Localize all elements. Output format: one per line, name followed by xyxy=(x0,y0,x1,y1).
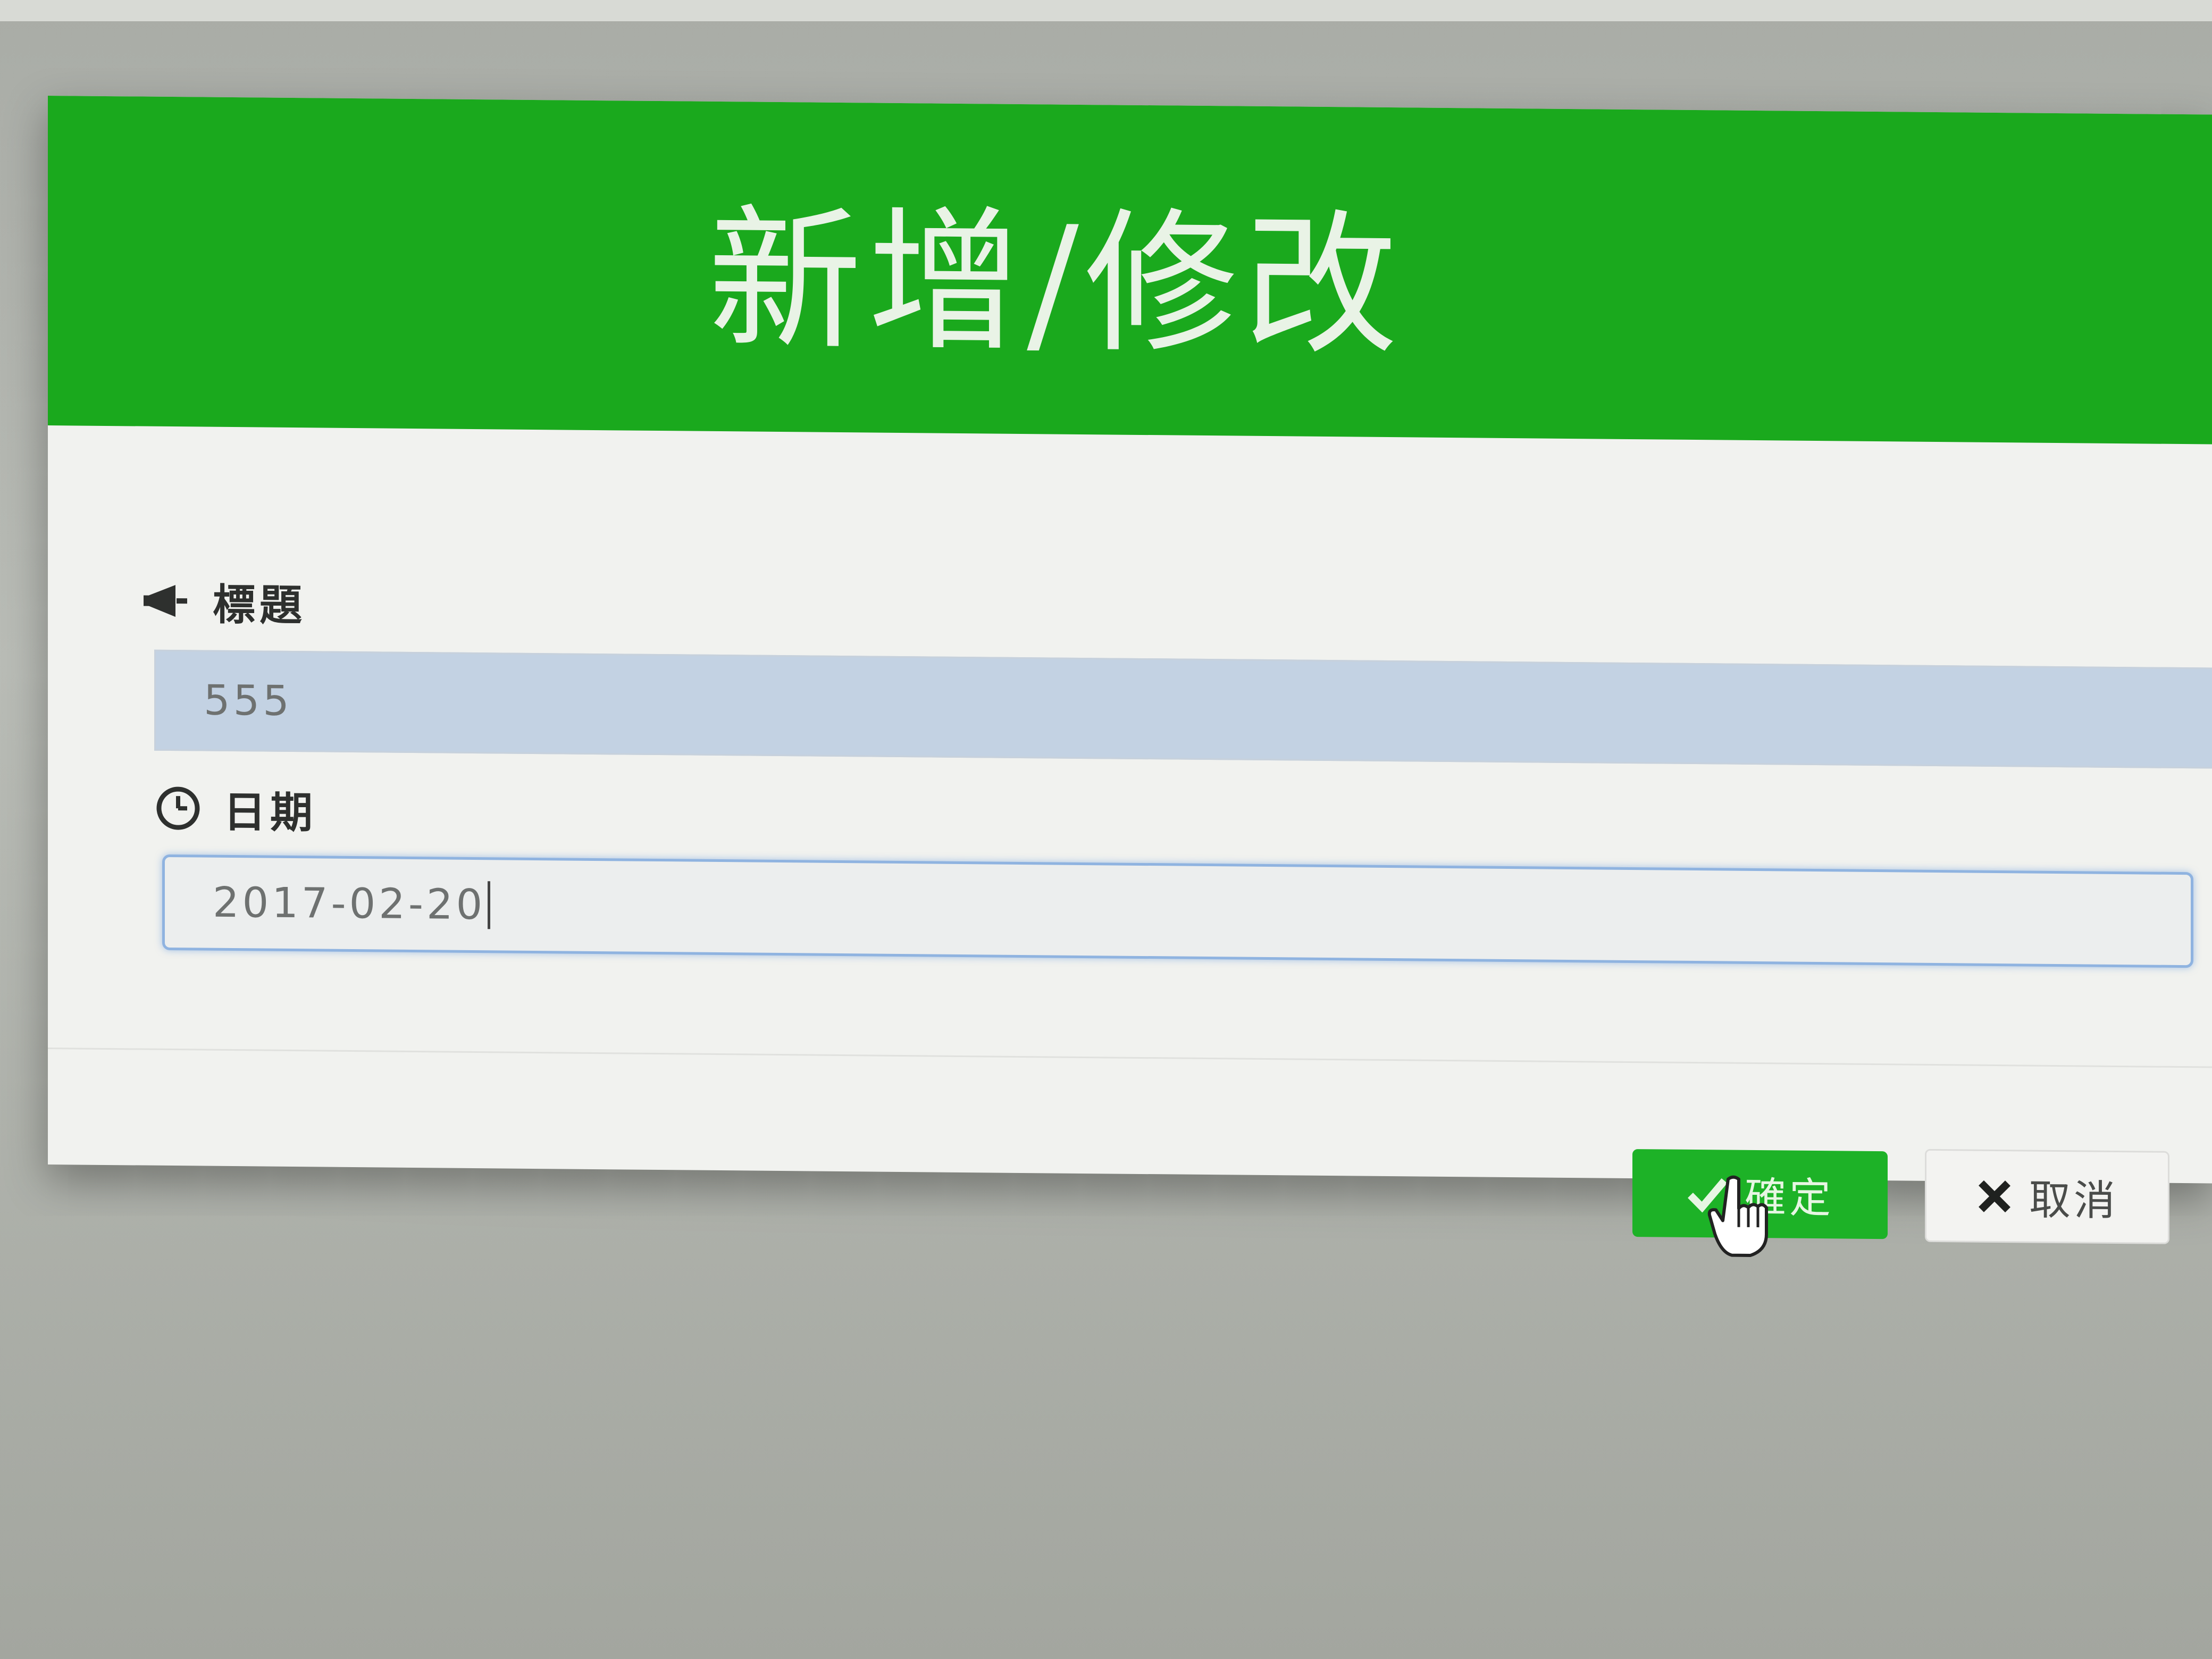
add-edit-dialog: 新增/修改 標題 555 日期 2017-02-20 確定 取消 xyxy=(48,96,2212,1257)
page-background-strip xyxy=(0,0,2212,21)
title-input-value: 555 xyxy=(204,676,292,726)
text-caret xyxy=(488,881,491,929)
close-icon xyxy=(1976,1177,2013,1215)
footer-divider xyxy=(48,1048,2212,1068)
cancel-button-label: 取消 xyxy=(2029,1176,2118,1225)
hand-pointer-cursor xyxy=(1707,1174,1776,1259)
date-input[interactable]: 2017-02-20 xyxy=(162,854,2193,968)
dialog-header: 新增/修改 xyxy=(48,96,2212,445)
dialog-body: 標題 555 日期 2017-02-20 確定 取消 xyxy=(48,425,2212,1257)
bullhorn-icon xyxy=(144,577,191,625)
clock-icon xyxy=(154,784,202,833)
date-label-text: 日期 xyxy=(223,787,317,838)
cancel-button[interactable]: 取消 xyxy=(1925,1149,2169,1244)
date-input-value: 2017-02-20 xyxy=(213,878,486,929)
title-input[interactable]: 555 xyxy=(154,649,2212,769)
title-field-label: 標題 xyxy=(144,570,306,633)
title-label-text: 標題 xyxy=(213,580,306,631)
dialog-title: 新增/修改 xyxy=(708,190,1403,376)
date-field-label: 日期 xyxy=(154,777,317,841)
